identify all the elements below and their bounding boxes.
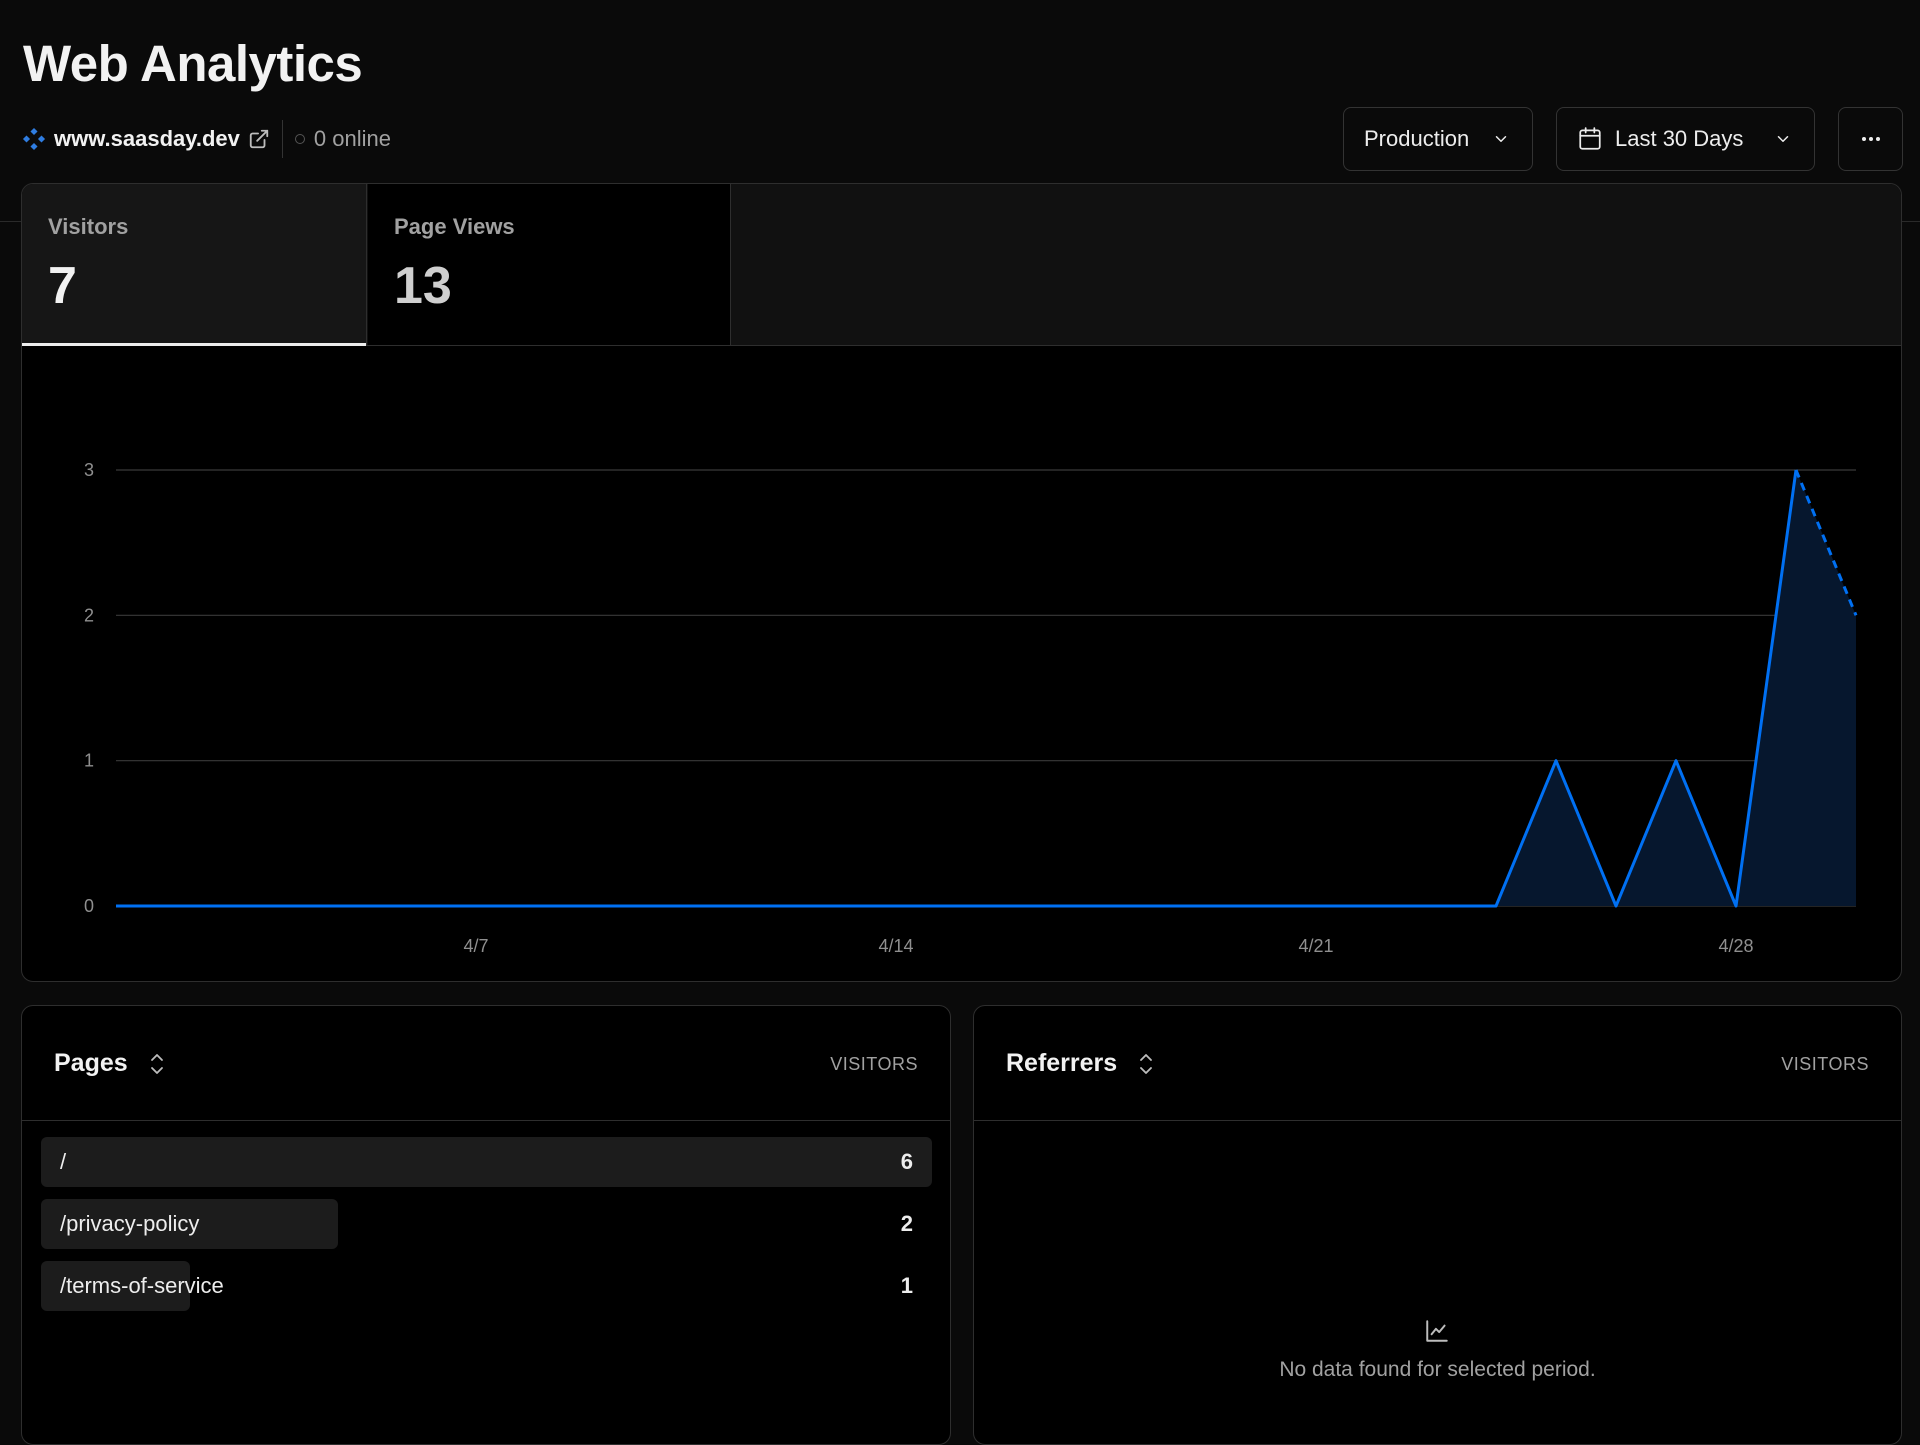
tab-page-views[interactable]: Page Views 13	[368, 184, 731, 345]
sort-icon[interactable]	[148, 1051, 166, 1077]
more-options-button[interactable]	[1838, 107, 1903, 171]
list-item-label: /terms-of-service	[60, 1273, 224, 1298]
analytics-chart-card: Visitors 7 Page Views 13 0 1 2 3 4/7 4/14 4/21…	[21, 183, 1902, 982]
y-tick-label: 0	[84, 896, 94, 916]
referrers-panel: Referrers VISITORS No data found for sel…	[973, 1005, 1902, 1445]
more-horizontal-icon	[1861, 137, 1880, 141]
chevron-down-icon	[1495, 136, 1507, 142]
online-status-dot	[294, 134, 305, 144]
page-title: Web Analytics	[23, 35, 363, 92]
page-views-value: 13	[394, 257, 452, 315]
tab-visitors[interactable]: Visitors 7	[22, 184, 367, 346]
pages-panel: Pages VISITORS /6/privacy-policy 2/terms-…	[21, 1005, 951, 1445]
calendar-icon	[1579, 127, 1601, 150]
online-count: 0 online	[313, 126, 391, 151]
external-link-icon[interactable]	[248, 128, 270, 150]
date-range-select[interactable]: Last 30 Days	[1556, 107, 1815, 171]
stats-tabs: Visitors 7 Page Views 13	[22, 184, 1901, 346]
list-item-bar	[41, 1137, 932, 1187]
chevron-down-icon	[1777, 136, 1789, 142]
project-domain-row: www.saasday.dev 0 online	[22, 120, 391, 158]
pages-panel-header: Pages VISITORS	[22, 1006, 950, 1121]
environment-label: Production	[1364, 126, 1470, 151]
referrers-column-header: VISITORS	[1781, 1054, 1869, 1074]
y-tick-label: 2	[84, 605, 94, 625]
referrers-title: Referrers	[1006, 1049, 1118, 1077]
domain-link[interactable]: www.saasday.dev	[54, 126, 240, 152]
x-tick-label: 4/14	[878, 936, 913, 956]
y-tick-label: 3	[84, 460, 94, 480]
x-tick-label: 4/21	[1298, 936, 1333, 956]
list-item[interactable]: /terms-of-service 1	[41, 1261, 932, 1311]
series-area	[116, 470, 1856, 906]
y-tick-label: 1	[84, 751, 94, 771]
list-item-label: /privacy-policy	[60, 1211, 200, 1236]
environment-select[interactable]: Production	[1343, 107, 1533, 171]
visitors-area-chart: 0 1 2 3 4/7 4/14 4/21 4/28	[84, 460, 1858, 956]
page-views-label: Page Views	[394, 214, 515, 239]
list-item-count: 6	[900, 1149, 913, 1174]
sort-icon[interactable]	[1137, 1051, 1155, 1077]
empty-state-message: No data found for selected period.	[1279, 1358, 1596, 1381]
line-chart-icon	[1426, 1320, 1448, 1342]
x-tick-label: 4/7	[463, 936, 488, 956]
divider	[281, 120, 283, 158]
list-item-count: 2	[900, 1211, 913, 1236]
visitors-label: Visitors	[48, 214, 129, 239]
project-logo-icon	[22, 127, 46, 151]
list-item-count: 1	[900, 1273, 913, 1298]
pages-title: Pages	[54, 1049, 128, 1077]
list-item[interactable]: /6	[41, 1137, 932, 1187]
referrers-panel-header: Referrers VISITORS	[974, 1006, 1901, 1121]
list-item[interactable]: /privacy-policy 2	[41, 1199, 932, 1249]
x-tick-label: 4/28	[1718, 936, 1753, 956]
date-range-label: Last 30 Days	[1615, 126, 1744, 151]
pages-column-header: VISITORS	[830, 1054, 918, 1074]
list-item-label: /	[60, 1149, 67, 1174]
visitors-value: 7	[48, 257, 77, 315]
